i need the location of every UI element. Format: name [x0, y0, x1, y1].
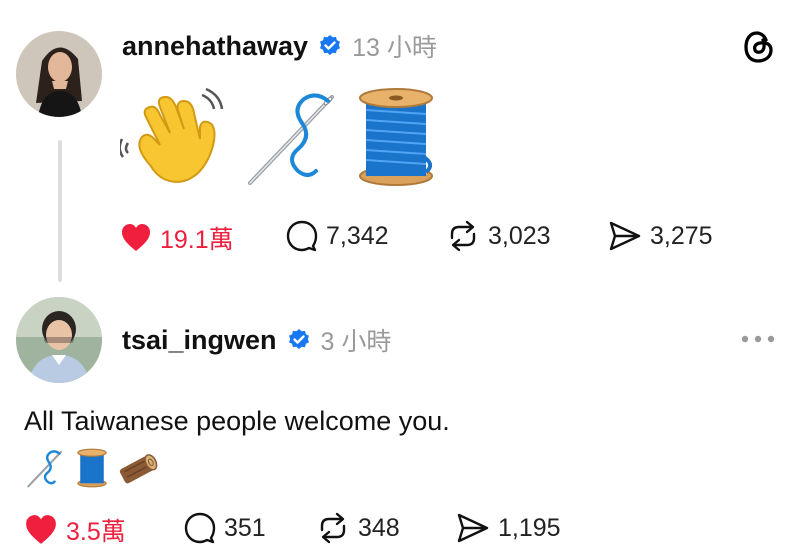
- avatar-image: [16, 31, 102, 117]
- sewing-needle-emoji: [242, 87, 342, 187]
- repost-button[interactable]: 348: [316, 512, 400, 544]
- like-count: 3.5萬: [66, 518, 126, 546]
- spool-of-thread-emoji: [76, 448, 108, 488]
- send-icon: [456, 512, 490, 544]
- username[interactable]: annehathaway: [122, 31, 308, 62]
- username[interactable]: tsai_ingwen: [122, 325, 277, 356]
- repost-count: 348: [358, 513, 400, 542]
- like-count: 19.1萬: [160, 226, 234, 254]
- avatar-annehathaway[interactable]: [16, 31, 102, 117]
- like-button[interactable]: 3.5萬: [24, 512, 126, 548]
- repost-button[interactable]: 3,023: [446, 220, 551, 252]
- more-options-icon[interactable]: [740, 334, 776, 344]
- waving-hand-emoji: [120, 87, 228, 187]
- post-time: 3 小時: [320, 328, 392, 356]
- sewing-needle-emoji: [24, 448, 66, 488]
- send-icon: [608, 220, 642, 252]
- spool-of-thread-emoji: [356, 86, 436, 188]
- share-button[interactable]: 1,195: [456, 512, 561, 544]
- verified-badge-icon: [318, 34, 342, 58]
- share-count: 3,275: [650, 221, 713, 250]
- post-emoji-content: [120, 86, 436, 188]
- avatar-image: [16, 297, 102, 383]
- heart-filled-icon: [120, 223, 152, 253]
- repost-count: 3,023: [488, 221, 551, 250]
- avatar-tsai_ingwen[interactable]: [16, 297, 102, 383]
- heart-filled-icon: [24, 514, 58, 546]
- repost-icon: [446, 220, 480, 252]
- threads-logo-icon[interactable]: [742, 29, 776, 65]
- comment-button[interactable]: 351: [184, 512, 266, 544]
- wood-emoji: [118, 449, 158, 487]
- post-text: All Taiwanese people welcome you.: [24, 406, 450, 436]
- repost-icon: [316, 512, 350, 544]
- comment-button[interactable]: 7,342: [286, 220, 389, 252]
- comment-bubble-icon: [286, 220, 318, 252]
- comment-count: 7,342: [326, 221, 389, 250]
- comment-count: 351: [224, 513, 266, 542]
- post-header: tsai_ingwen 3 小時: [122, 322, 391, 358]
- thread-connector-line: [58, 140, 62, 282]
- post-emoji-content: [24, 448, 158, 488]
- post-header: annehathaway 13 小時: [122, 28, 437, 64]
- share-button[interactable]: 3,275: [608, 220, 713, 252]
- share-count: 1,195: [498, 513, 561, 542]
- comment-bubble-icon: [184, 512, 216, 544]
- post-time: 13 小時: [352, 34, 437, 62]
- like-button[interactable]: 19.1萬: [120, 220, 234, 256]
- verified-badge-icon: [287, 328, 311, 352]
